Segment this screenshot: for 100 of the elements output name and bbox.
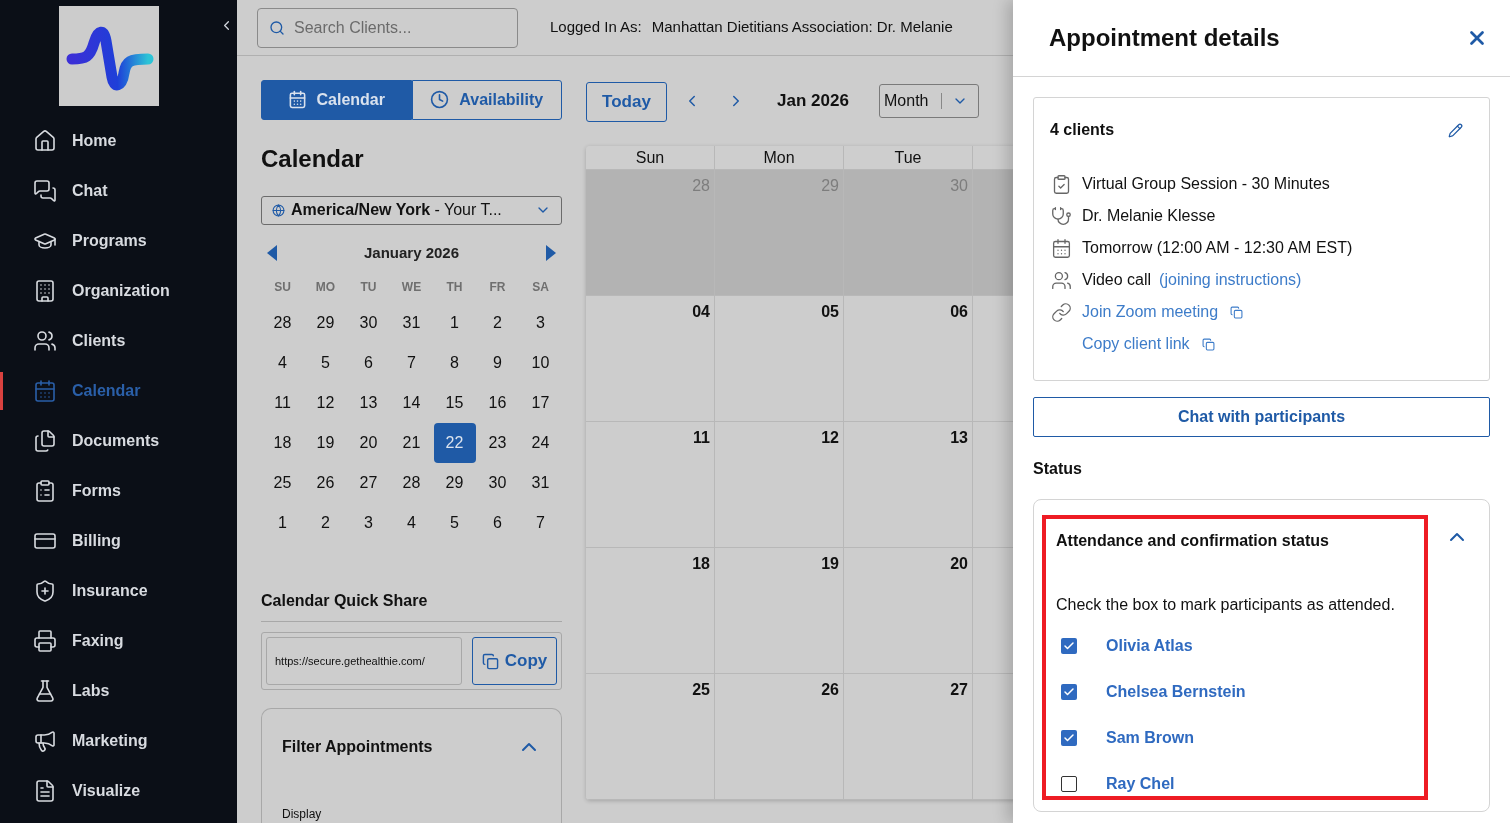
day-cell[interactable]: 10 xyxy=(519,343,562,384)
day-cell[interactable]: 4 xyxy=(390,503,433,544)
nav-item[interactable]: Clients xyxy=(0,321,134,361)
home-icon xyxy=(33,129,57,153)
participant-link[interactable]: Olivia Atlas xyxy=(1106,634,1193,658)
flask-icon xyxy=(33,679,57,703)
chat-button[interactable]: Chat with participants xyxy=(1033,397,1490,437)
day-cell[interactable]: 25 xyxy=(261,463,304,504)
participant-link[interactable]: Ray Chel xyxy=(1106,772,1175,796)
day-cell[interactable]: 12 xyxy=(304,383,347,424)
view-tab[interactable]: Calendar xyxy=(261,80,412,120)
day-cell[interactable]: 19 xyxy=(304,423,347,464)
day-cell[interactable]: 6 xyxy=(347,343,390,384)
day-cell[interactable]: 1 xyxy=(261,503,304,544)
edit-icon[interactable] xyxy=(1448,122,1463,138)
day-cell[interactable]: 11 xyxy=(261,383,304,424)
day-cell[interactable]: 28 xyxy=(390,463,433,504)
day-cell[interactable]: 20 xyxy=(347,423,390,464)
day-cell[interactable]: 15 xyxy=(433,383,476,424)
month-title: January 2026 xyxy=(363,242,460,263)
day-cell[interactable]: 23 xyxy=(476,423,519,464)
view-select[interactable]: Month xyxy=(879,84,979,118)
day-cell[interactable]: 22 xyxy=(433,423,476,464)
nav-item[interactable]: Labs xyxy=(0,671,118,711)
nav-item[interactable]: Chat xyxy=(0,171,116,211)
nav-item[interactable]: Programs xyxy=(0,221,155,261)
logged-in-user: Manhattan Dietitians Association: Dr. Melanie xyxy=(651,17,953,38)
date-number: 19 xyxy=(821,554,839,572)
day-cell[interactable]: 5 xyxy=(304,343,347,384)
day-cell[interactable]: 4 xyxy=(261,343,304,384)
copy-icon[interactable] xyxy=(1201,337,1215,351)
page-heading: Calendar xyxy=(261,144,365,174)
date-number: 25 xyxy=(692,680,710,698)
chat-icon xyxy=(33,179,57,203)
nav-item[interactable]: Documents xyxy=(0,421,168,461)
nav-item[interactable]: Organization xyxy=(0,271,178,311)
instructions-link[interactable]: (joining instructions) xyxy=(1159,268,1302,292)
day-cell[interactable]: 8 xyxy=(433,343,476,384)
file-icon xyxy=(33,779,57,803)
day-cell[interactable]: 31 xyxy=(390,303,433,344)
search-field[interactable]: Search Clients... xyxy=(257,7,518,48)
day-cell[interactable]: 6 xyxy=(476,503,519,544)
nav-item[interactable]: Marketing xyxy=(0,721,156,761)
attended-checkbox[interactable] xyxy=(1061,776,1077,792)
day-cell[interactable]: 2 xyxy=(476,303,519,344)
detail-text: Dr. Melanie Klesse xyxy=(1082,206,1216,226)
meeting-link[interactable]: Join Zoom meeting xyxy=(1082,300,1219,324)
nav-item[interactable]: Faxing xyxy=(0,621,132,661)
view-tab[interactable]: Availability xyxy=(411,80,562,120)
weekday-label: SU xyxy=(273,279,292,297)
nav-item[interactable]: Forms xyxy=(0,471,129,511)
day-cell[interactable]: 29 xyxy=(433,463,476,504)
attended-checkbox[interactable] xyxy=(1061,730,1077,746)
field-label: Display xyxy=(282,806,323,823)
day-cell[interactable]: 24 xyxy=(519,423,562,464)
nav-item[interactable]: Visualize xyxy=(0,771,149,811)
copy-icon[interactable] xyxy=(1230,305,1244,319)
timezone-select[interactable]: America/New York - Your T... xyxy=(261,196,562,225)
day-cell[interactable]: 18 xyxy=(261,423,304,464)
day-cell[interactable]: 27 xyxy=(347,463,390,504)
day-cell[interactable]: 3 xyxy=(347,503,390,544)
day-cell[interactable]: 16 xyxy=(476,383,519,424)
section-label: Status xyxy=(1033,459,1083,479)
day-cell[interactable]: 9 xyxy=(476,343,519,384)
next-month-icon[interactable] xyxy=(546,245,556,261)
nav-item[interactable]: Insurance xyxy=(0,571,156,611)
nav-item[interactable]: Billing xyxy=(0,521,129,561)
participant-link[interactable]: Chelsea Bernstein xyxy=(1106,680,1246,704)
day-cell[interactable]: 7 xyxy=(390,343,433,384)
shield-icon xyxy=(33,579,57,603)
day-cell[interactable]: 30 xyxy=(347,303,390,344)
participant-link[interactable]: Sam Brown xyxy=(1106,726,1194,750)
day-cell[interactable]: 17 xyxy=(519,383,562,424)
link-icon xyxy=(1050,301,1072,323)
weekday-label: TU xyxy=(359,279,378,297)
check-icon xyxy=(1063,732,1075,744)
attended-checkbox[interactable] xyxy=(1061,684,1077,700)
today-button[interactable]: Today xyxy=(586,82,667,122)
period-label: Jan 2026 xyxy=(777,90,850,113)
day-cell[interactable]: 14 xyxy=(390,383,433,424)
day-cell[interactable]: 21 xyxy=(390,423,433,464)
day-cell[interactable]: 13 xyxy=(347,383,390,424)
weekday-label: FR xyxy=(488,279,507,297)
meeting-link[interactable]: Copy client link xyxy=(1082,332,1190,356)
day-cell[interactable]: 26 xyxy=(304,463,347,504)
previous-month-icon[interactable] xyxy=(267,245,277,261)
day-cell[interactable]: 3 xyxy=(519,303,562,344)
day-cell[interactable]: 29 xyxy=(304,303,347,344)
day-cell[interactable]: 5 xyxy=(433,503,476,544)
share-url-field[interactable]: https://secure.gethealthie.com/ xyxy=(266,637,462,685)
day-cell[interactable]: 30 xyxy=(476,463,519,504)
day-cell[interactable]: 2 xyxy=(304,503,347,544)
day-cell[interactable]: 7 xyxy=(519,503,562,544)
day-cell[interactable]: 1 xyxy=(433,303,476,344)
copy-button[interactable]: Copy xyxy=(472,637,557,685)
day-cell[interactable]: 31 xyxy=(519,463,562,504)
attended-checkbox[interactable] xyxy=(1061,638,1077,654)
nav-item[interactable]: Home xyxy=(0,121,125,161)
instruction-text: Check the box to mark participants as attended. xyxy=(1056,595,1396,615)
day-cell[interactable]: 28 xyxy=(261,303,304,344)
